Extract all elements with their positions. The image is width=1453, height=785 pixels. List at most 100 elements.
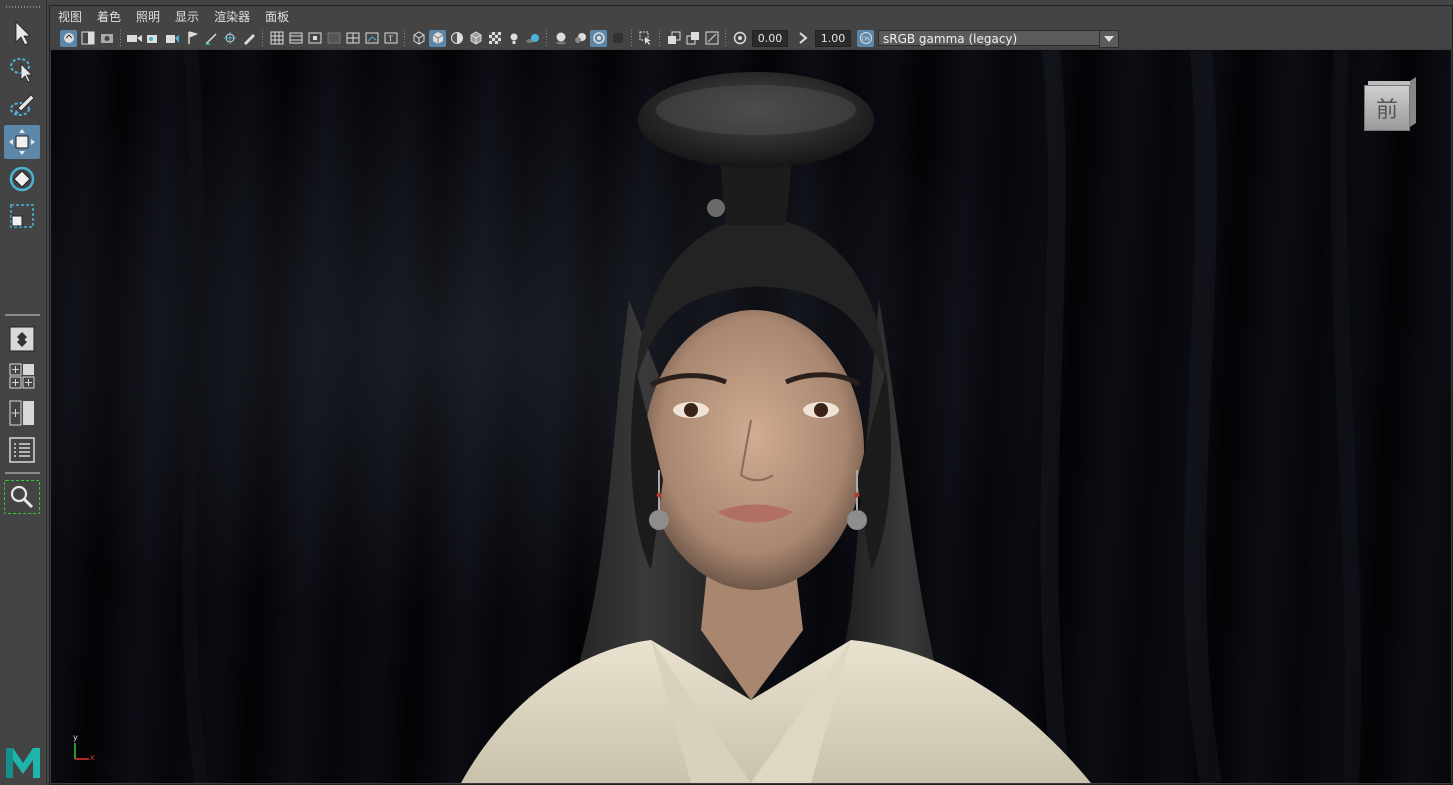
outliner-button[interactable] (4, 433, 40, 467)
xray-active-button[interactable] (684, 30, 701, 47)
axis-x-label: x (90, 753, 95, 762)
pencil-button[interactable] (240, 30, 257, 47)
xray-joints-toggle-button[interactable] (703, 30, 720, 47)
gamma-toggle-button[interactable] (794, 30, 811, 47)
smooth-shade-button[interactable] (429, 29, 446, 47)
colorspace-value: sRGB gamma (legacy) (883, 32, 1018, 46)
film-gate-button[interactable] (287, 30, 304, 47)
grid-icon (270, 31, 283, 45)
toolbar-separator (262, 30, 263, 46)
default-material-button[interactable] (448, 30, 465, 47)
toolbar-separator (546, 30, 547, 46)
two-view-button[interactable] (4, 396, 40, 430)
colorspace-dropdown[interactable]: sRGB gamma (legacy) (878, 30, 1119, 48)
rendered-character-image (182, 50, 1362, 783)
toolbar-separator (725, 30, 726, 46)
menu-shading[interactable]: 着色 (97, 8, 121, 25)
move-icon (9, 129, 35, 155)
half-square-icon (81, 31, 94, 45)
exposure-field[interactable]: 0.00 (752, 29, 788, 47)
camera-attributes-button[interactable] (79, 30, 96, 47)
light-bulb-icon (510, 33, 517, 44)
isolate-select-button[interactable] (637, 30, 654, 47)
select-camera-button[interactable] (60, 29, 77, 47)
bookmark-button[interactable] (183, 30, 200, 47)
gamma-field[interactable]: 1.00 (815, 29, 851, 47)
safe-action-button[interactable] (363, 30, 380, 47)
camera-zoom-icon (147, 34, 157, 43)
2d-pan-zoom-button[interactable] (145, 30, 162, 47)
field-chart-icon (346, 32, 359, 44)
toolbox-divider (5, 314, 40, 316)
resolution-gate-button[interactable] (306, 30, 323, 47)
select-tool-button[interactable] (4, 16, 40, 50)
color-management-icon: ON (859, 32, 872, 44)
menu-view[interactable]: 视图 (58, 8, 82, 25)
camera-lock-icon (166, 34, 179, 43)
flag-icon (187, 31, 198, 44)
exposure-toggle-button[interactable] (731, 30, 748, 47)
safe-title-button[interactable]: T (382, 30, 399, 47)
color-management-button[interactable]: ON (857, 29, 874, 47)
move-tool-button[interactable] (4, 125, 40, 159)
grid-snap-button[interactable] (202, 30, 219, 47)
gate-mask-button[interactable] (325, 30, 342, 47)
use-all-lights-button[interactable] (505, 30, 522, 47)
shaded-cube-icon (432, 32, 443, 44)
grease-pencil-button[interactable] (164, 30, 181, 47)
wireframe-on-shaded-button[interactable] (467, 30, 484, 47)
menu-lighting[interactable]: 照明 (136, 8, 160, 25)
lasso-tool-button[interactable] (4, 52, 40, 86)
xray-icon (667, 31, 680, 44)
anti-alias-icon (592, 32, 605, 44)
grid-toggle-button[interactable] (268, 30, 285, 47)
scale-tool-button[interactable] (4, 199, 40, 233)
menu-show[interactable]: 显示 (175, 8, 199, 25)
four-view-button[interactable] (4, 359, 40, 393)
lasso-select-icon (10, 58, 33, 83)
menu-panels[interactable]: 面板 (265, 8, 289, 25)
outliner-icon (9, 437, 35, 463)
depth-of-field-icon (612, 33, 623, 43)
3d-viewport[interactable]: 前 y x (51, 50, 1451, 783)
image-plane-button[interactable] (126, 30, 143, 47)
xray-joints-icon (705, 31, 718, 45)
view-cube-front-face[interactable]: 前 (1364, 85, 1410, 131)
textured-button[interactable] (486, 30, 503, 47)
xray-button[interactable] (665, 30, 682, 47)
depth-of-field-button[interactable] (609, 30, 626, 47)
panel-toolbar: T 0.00 1.00 ON sRGB gamma (legacy) (50, 27, 1452, 49)
shadow-sphere-icon (525, 34, 539, 43)
axis-y-label: y (73, 733, 78, 742)
chevron-down-icon[interactable] (1099, 30, 1119, 48)
zoom-icon (10, 485, 34, 509)
motion-blur-button[interactable] (571, 30, 588, 47)
two-view-icon (9, 400, 34, 426)
bookmarks-button[interactable] (98, 30, 115, 47)
wireframe-cube-icon (413, 31, 424, 45)
toolbox-divider-2 (5, 472, 40, 474)
single-view-icon (9, 326, 35, 352)
screen-space-ao-button[interactable] (552, 30, 569, 47)
view-cube[interactable]: 前 (1364, 76, 1416, 131)
menu-renderer[interactable]: 渲染器 (214, 8, 250, 25)
view-cube-side-face[interactable] (1410, 76, 1416, 127)
toolbar-separator (404, 30, 405, 46)
multisample-aa-button[interactable] (590, 29, 607, 47)
xray-joints-button[interactable] (221, 30, 238, 47)
paint-select-tool-button[interactable] (4, 88, 40, 122)
wire-shaded-cube-icon (470, 31, 481, 45)
gate-mask-icon (327, 32, 340, 44)
zoom-tool-button[interactable] (4, 480, 40, 514)
isolate-select-icon (639, 31, 651, 45)
four-view-icon (9, 363, 35, 389)
shadows-button[interactable] (524, 30, 541, 47)
resolution-gate-icon (308, 32, 321, 44)
wireframe-button[interactable] (410, 30, 427, 47)
single-perspective-view-button[interactable] (4, 322, 40, 356)
toolbox-grip[interactable] (6, 6, 40, 8)
xray-active-icon (686, 32, 699, 45)
motion-blur-icon (574, 33, 586, 43)
field-chart-button[interactable] (344, 30, 361, 47)
rotate-tool-button[interactable] (4, 162, 40, 196)
